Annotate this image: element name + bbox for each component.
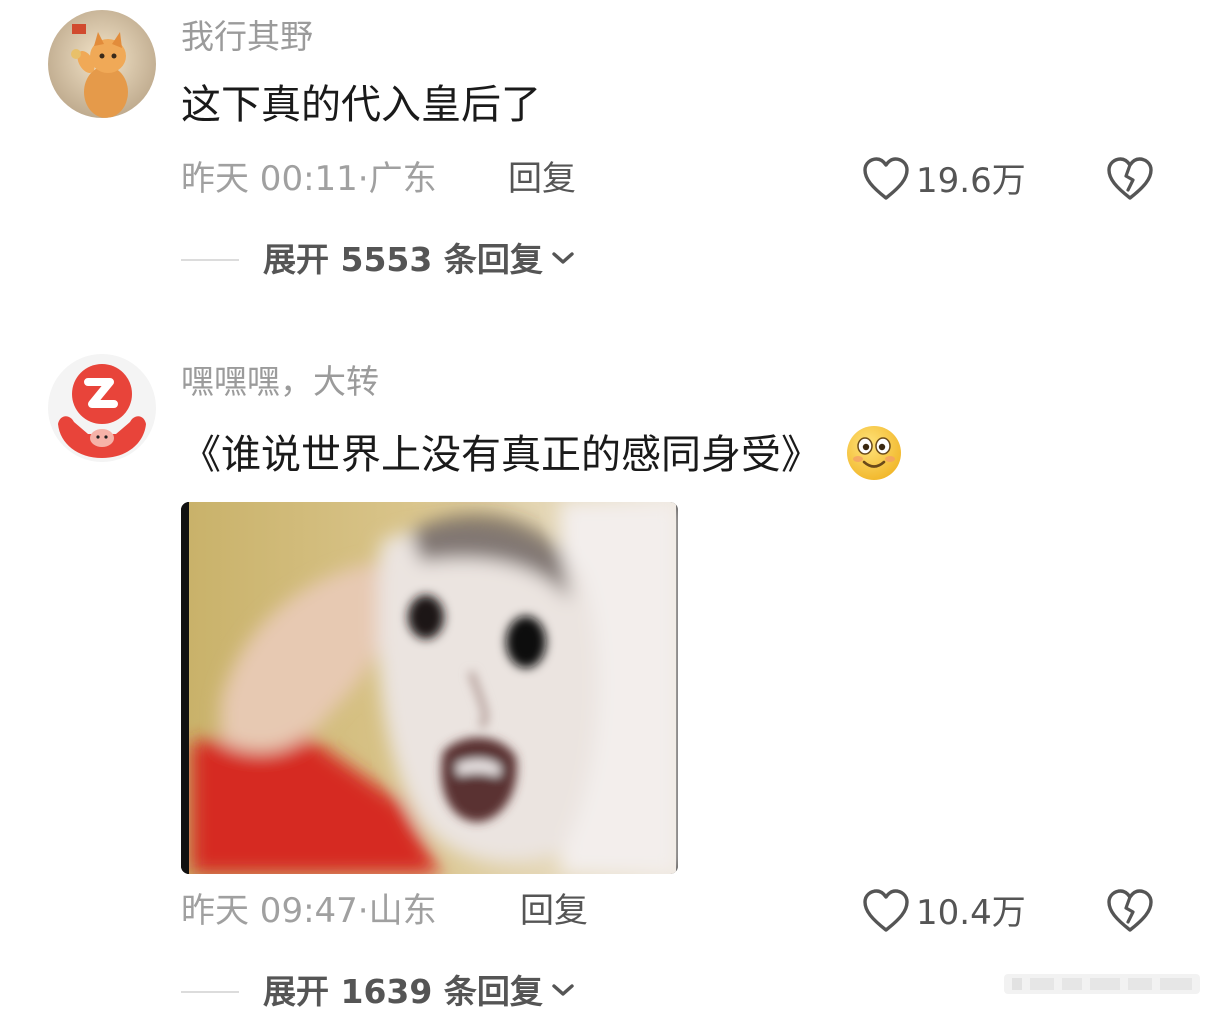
divider-line <box>181 259 239 261</box>
expand-replies-button[interactable]: 展开 5553 条回复 <box>181 240 575 280</box>
username[interactable]: 我行其野 <box>181 17 313 57</box>
comment-text-body: 《谁说世界上没有真正的感同身受》 <box>181 432 821 478</box>
watermark <box>1004 972 1200 996</box>
reply-button[interactable]: 回复 <box>508 159 576 199</box>
heart-icon <box>862 156 910 206</box>
expand-replies-button[interactable]: 展开 1639 条回复 <box>181 972 575 1012</box>
avatar[interactable] <box>48 10 156 118</box>
like-count: 19.6万 <box>916 161 1026 201</box>
comment-meta: 昨天 00:11·广东 <box>181 159 437 199</box>
comment-meta: 昨天 09:47·山东 <box>181 891 437 931</box>
smiling-face-emoji <box>845 424 903 482</box>
like-button[interactable]: 19.6万 <box>862 156 1026 206</box>
broken-heart-icon <box>1106 889 1154 938</box>
chevron-down-icon <box>551 982 575 1002</box>
reply-button[interactable]: 回复 <box>520 891 588 931</box>
dislike-button[interactable] <box>1106 156 1154 206</box>
comment-text: 《谁说世界上没有真正的感同身受》 <box>181 426 903 486</box>
comment-time: 昨天 09:47· <box>181 891 369 931</box>
like-count: 10.4万 <box>916 893 1026 933</box>
username[interactable]: 嘿嘿嘿，大转 <box>181 362 379 402</box>
divider-line <box>181 991 239 993</box>
dislike-button[interactable] <box>1106 888 1154 938</box>
chevron-down-icon <box>551 250 575 270</box>
heart-icon <box>862 888 910 938</box>
comment-time: 昨天 00:11· <box>181 159 369 199</box>
avatar[interactable] <box>48 354 156 462</box>
comment-location: 山东 <box>368 891 437 931</box>
comment-location: 广东 <box>368 159 437 199</box>
expand-replies-label: 展开 1639 条回复 <box>263 972 543 1011</box>
attached-image[interactable] <box>181 502 678 874</box>
like-button[interactable]: 10.4万 <box>862 888 1026 938</box>
expand-replies-label: 展开 5553 条回复 <box>263 240 543 279</box>
broken-heart-icon <box>1106 157 1154 206</box>
comment-text: 这下真的代入皇后了 <box>181 82 541 128</box>
